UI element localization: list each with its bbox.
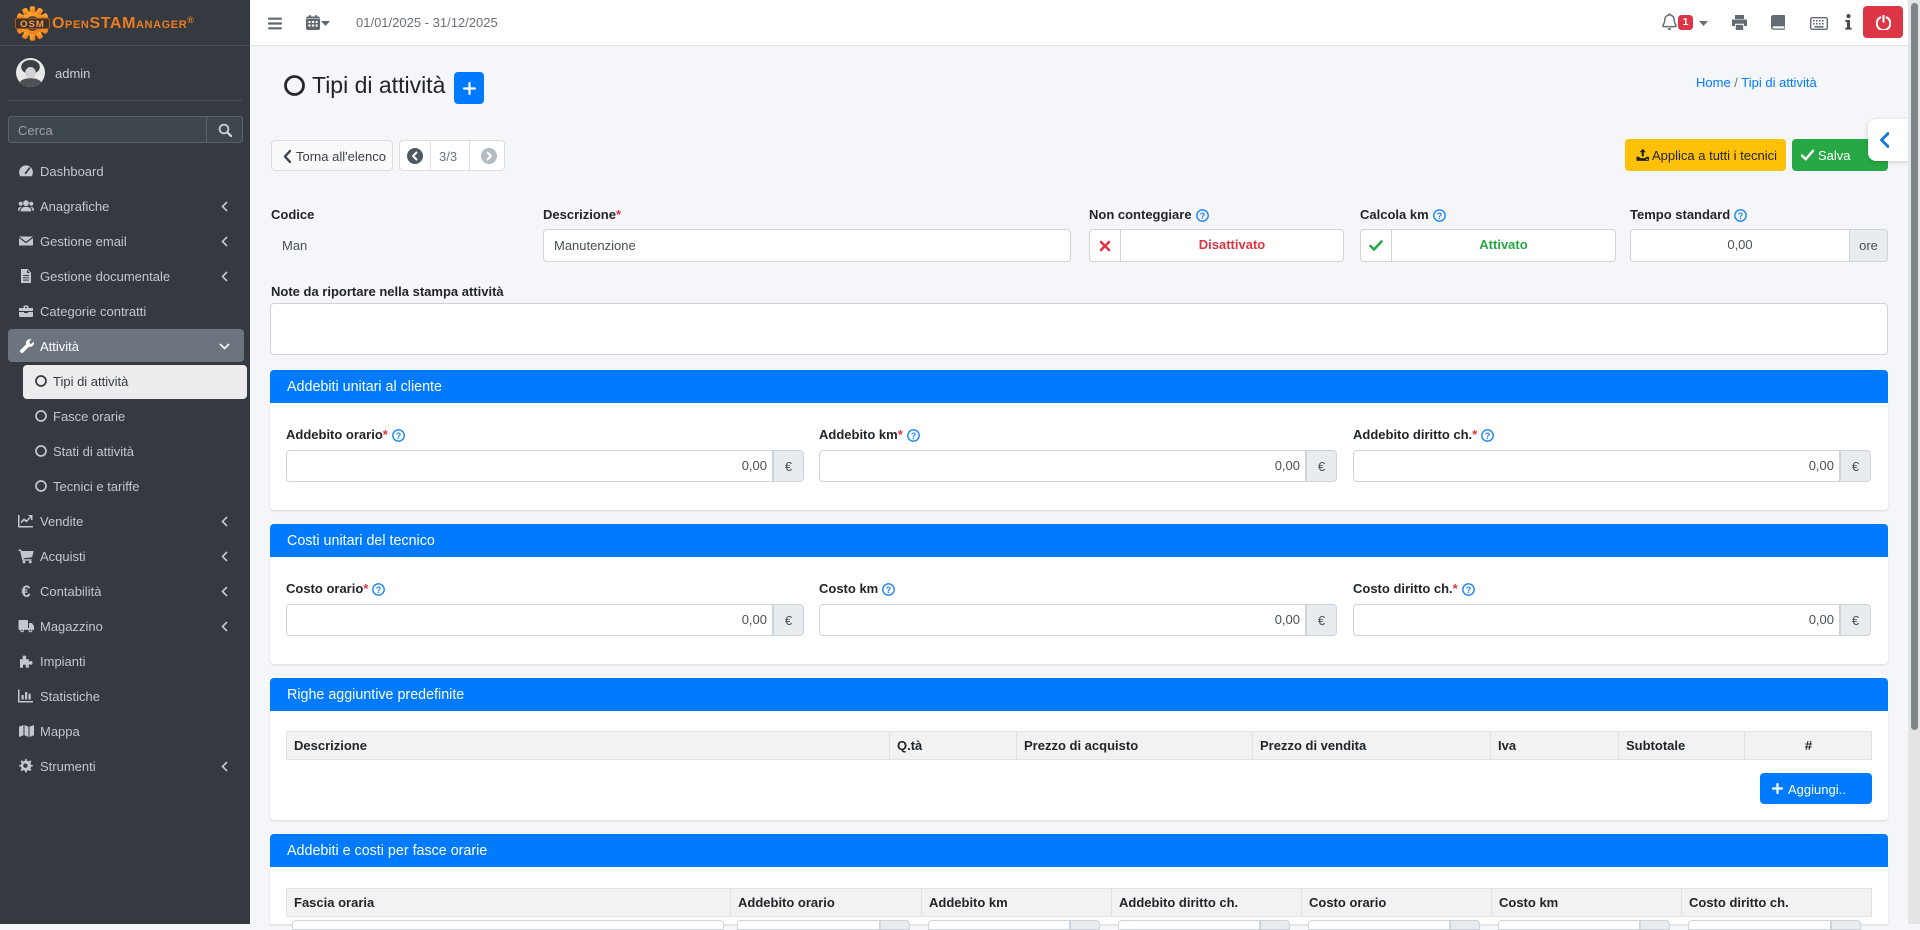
svg-text:€: € xyxy=(21,583,30,599)
svg-text:?: ? xyxy=(1738,210,1744,220)
svg-text:?: ? xyxy=(1465,584,1471,594)
svg-text:OSM: OSM xyxy=(20,19,45,30)
svg-text:?: ? xyxy=(1485,430,1491,440)
svg-text:?: ? xyxy=(1199,210,1205,220)
svg-text:?: ? xyxy=(886,584,892,594)
svg-text:?: ? xyxy=(396,430,402,440)
svg-text:?: ? xyxy=(376,584,382,594)
svg-text:?: ? xyxy=(1436,210,1442,220)
svg-text:?: ? xyxy=(911,430,917,440)
